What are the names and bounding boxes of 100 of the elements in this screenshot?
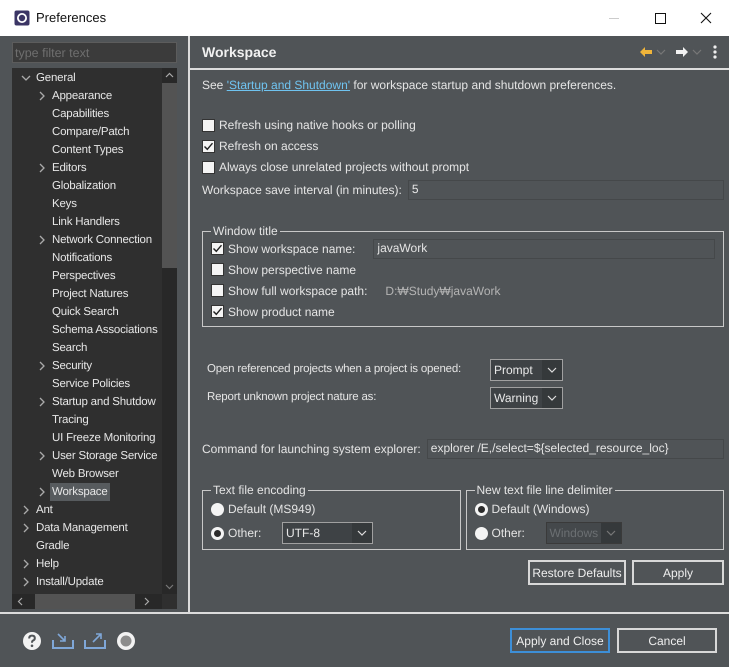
tree-item[interactable]: Help: [34, 555, 61, 573]
save-interval-label: Workspace save interval (in minutes):: [202, 182, 402, 199]
tree-item[interactable]: Editors: [50, 159, 88, 177]
caret-icon: [547, 367, 557, 373]
caret-icon: [357, 530, 367, 536]
chevron-right-icon[interactable]: [37, 397, 47, 407]
tree-item[interactable]: Perspectives: [50, 267, 118, 285]
startup-link[interactable]: 'Startup and Shutdown': [226, 78, 350, 92]
chevron-down-icon[interactable]: [21, 73, 31, 83]
tree-item[interactable]: Ant: [34, 501, 55, 519]
tree-item[interactable]: Install/Update: [34, 573, 106, 591]
dropdown-label: Report unknown project nature as:: [207, 390, 378, 406]
dialog-button[interactable]: Cancel: [617, 628, 717, 653]
tree-item[interactable]: Schema Associations: [50, 321, 160, 339]
radio-button[interactable]: [211, 526, 224, 540]
intro-text: See 'Startup and Shutdown' for workspace startup and shutdown preferences.: [202, 77, 618, 93]
option-label: Refresh using native hooks or polling: [219, 117, 416, 134]
tree-item[interactable]: Notifications: [50, 249, 114, 267]
scroll-left-icon[interactable]: [17, 597, 23, 606]
checkbox[interactable]: [202, 118, 215, 132]
dialog-button[interactable]: Apply: [632, 560, 724, 585]
tree-item[interactable]: Data Management: [34, 519, 130, 537]
scroll-down-icon[interactable]: [165, 584, 174, 590]
tree-item[interactable]: Network Connection: [50, 231, 154, 249]
tree-item[interactable]: General: [34, 69, 78, 87]
tree-item[interactable]: UI Freeze Monitoring: [50, 429, 158, 447]
chevron-right-icon[interactable]: [21, 559, 31, 569]
radio-label: Default (Windows): [492, 501, 590, 518]
tree-item[interactable]: Web Browser: [50, 465, 121, 483]
dropdown[interactable]: Prompt: [490, 359, 563, 381]
chevron-right-icon[interactable]: [21, 505, 31, 515]
radio-button[interactable]: [474, 502, 488, 516]
radio-button[interactable]: [211, 502, 224, 516]
tree-item[interactable]: Keys: [50, 195, 79, 213]
checkbox[interactable]: [202, 160, 215, 174]
tree-item[interactable]: Search: [50, 339, 90, 357]
tree-item[interactable]: User Storage Service: [50, 447, 160, 465]
tree-item[interactable]: Gradle: [34, 537, 72, 555]
group-title: Text file encoding: [212, 483, 307, 497]
tree-item[interactable]: Compare/Patch: [50, 123, 132, 141]
group-title: New text file line delimiter: [476, 483, 614, 497]
option-label: Always close unrelated projects without prompt: [219, 159, 470, 176]
explorer-label: Command for launching system explorer:: [202, 441, 421, 458]
explorer-command-field[interactable]: explorer /E,/select=${selected_resource_loc}: [426, 439, 724, 459]
caret-icon: [656, 49, 666, 55]
checkbox[interactable]: [211, 305, 224, 318]
tree-item[interactable]: Appearance: [50, 87, 114, 105]
checkbox[interactable]: [211, 284, 224, 297]
tree-item[interactable]: Capabilities: [50, 105, 112, 123]
dialog-button[interactable]: Apply and Close: [510, 628, 610, 653]
tree-item[interactable]: Service Policies: [50, 375, 132, 393]
chevron-right-icon[interactable]: [37, 361, 47, 371]
caret-icon: [606, 530, 616, 536]
tree-item[interactable]: Content Types: [50, 141, 126, 159]
checkbox[interactable]: [202, 140, 215, 152]
chevron-right-icon[interactable]: [37, 451, 47, 461]
horizontal-scrollbar[interactable]: [12, 594, 162, 609]
option-label: Show perspective name: [228, 262, 356, 278]
dialog-button[interactable]: Restore Defaults: [528, 560, 626, 585]
option-label: Show product name: [228, 304, 335, 320]
chevron-right-icon[interactable]: [37, 235, 47, 245]
checkbox[interactable]: [211, 263, 224, 276]
chevron-right-icon[interactable]: [37, 163, 47, 173]
chevron-right-icon[interactable]: [37, 487, 47, 497]
dropdown[interactable]: Warning: [490, 387, 563, 409]
chevron-right-icon[interactable]: [37, 91, 47, 101]
tree-item[interactable]: Link Handlers: [50, 213, 122, 231]
tree-item[interactable]: Project Natures: [50, 285, 130, 303]
tree-item[interactable]: Security: [50, 357, 94, 375]
scroll-up-icon[interactable]: [165, 72, 174, 78]
export-icon[interactable]: [84, 632, 106, 650]
option-label: Show full workspace path:: [228, 282, 368, 300]
option-label: Refresh on access: [219, 138, 318, 155]
more-icon[interactable]: [713, 45, 717, 59]
tree-item[interactable]: Workspace: [50, 483, 110, 501]
vertical-scrollbar[interactable]: [162, 68, 177, 594]
window-title: Preferences: [36, 9, 106, 28]
scroll-right-icon[interactable]: [144, 597, 150, 606]
page-title: Workspace: [202, 42, 276, 62]
forward-arrow-icon[interactable]: [675, 46, 689, 58]
tree-item[interactable]: Quick Search: [50, 303, 121, 321]
tree-item[interactable]: Globalization: [50, 177, 118, 195]
app-icon: [14, 10, 30, 26]
radio-button[interactable]: [474, 526, 488, 540]
record-icon[interactable]: [116, 630, 136, 650]
chevron-right-icon[interactable]: [21, 577, 31, 587]
option-label: Show workspace name:: [228, 240, 356, 258]
dropdown[interactable]: UTF-8: [282, 522, 373, 544]
checkbox[interactable]: [211, 242, 224, 255]
import-icon[interactable]: [52, 632, 74, 650]
chevron-right-icon[interactable]: [21, 523, 31, 533]
tree-item[interactable]: Tracing: [50, 411, 91, 429]
caret-icon: [692, 49, 702, 55]
help-icon[interactable]: [22, 630, 42, 650]
dropdown-label: Open referenced projects when a project is opened:: [207, 362, 462, 378]
radio-label: Default (MS949): [228, 501, 316, 518]
back-arrow-icon[interactable]: [639, 46, 653, 58]
tree-item[interactable]: Startup and Shutdow: [50, 393, 158, 411]
save-interval-field[interactable]: 5: [408, 180, 724, 200]
workspace-name-field[interactable]: javaWork: [373, 238, 715, 258]
